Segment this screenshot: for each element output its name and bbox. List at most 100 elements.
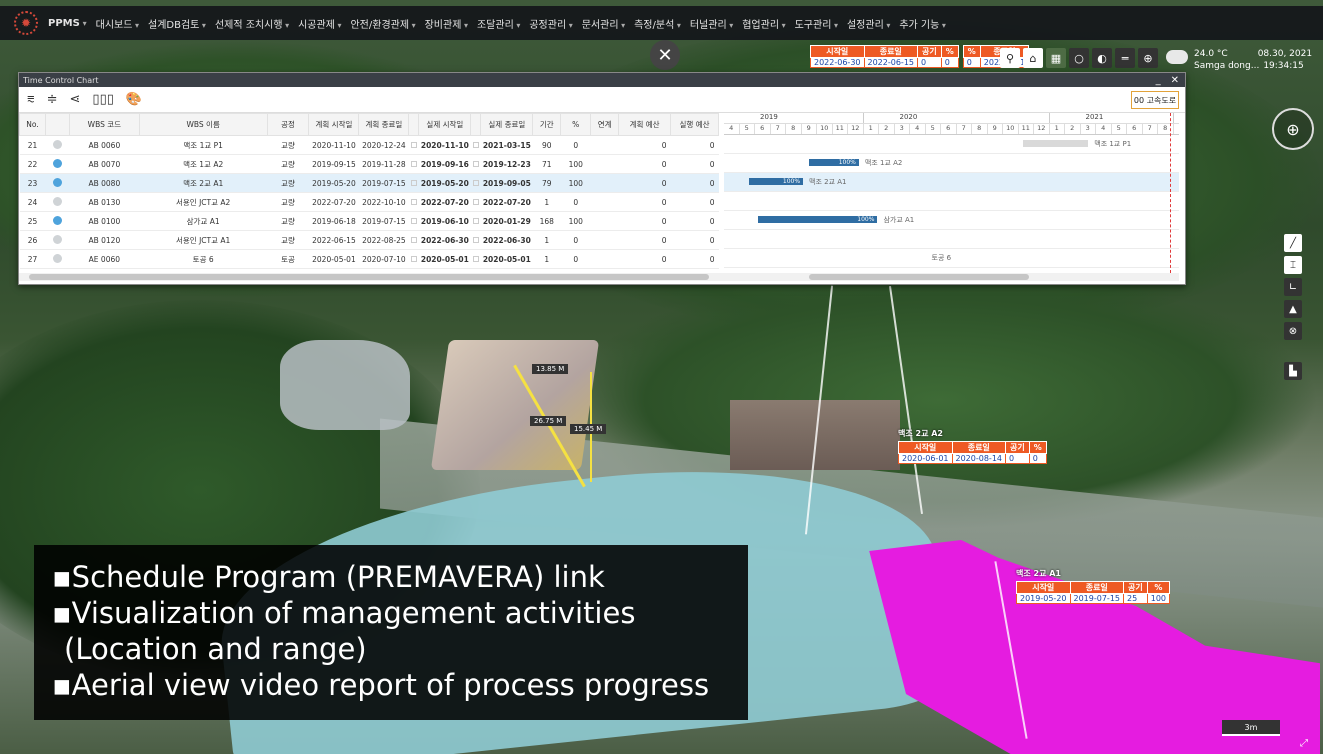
area-icon[interactable]: ▲ — [1284, 300, 1302, 318]
gantt-row[interactable]: 100% 맥조 1교 A2 — [724, 154, 1179, 173]
circle-icon[interactable]: ○ — [1069, 48, 1089, 68]
minimize-icon[interactable]: _ — [1156, 75, 1161, 86]
row-checkbox[interactable] — [470, 192, 481, 212]
column-header[interactable]: 공정 — [266, 113, 310, 136]
gantt-row[interactable] — [724, 230, 1179, 249]
column-header[interactable]: 계획 시작일 — [308, 113, 360, 136]
plan-start: 2022-06-15 — [308, 230, 359, 250]
home-icon[interactable]: ⌂ — [1023, 48, 1043, 68]
nav-menu-item[interactable]: 추가 기능 — [899, 16, 946, 31]
gantt-row[interactable]: 토공 6 — [724, 249, 1179, 268]
gantt-bar[interactable]: 100% — [809, 159, 859, 166]
column-header[interactable]: 계획 종료일 — [358, 113, 410, 136]
contrast-icon[interactable]: ◐ — [1092, 48, 1112, 68]
row-checkbox[interactable] — [408, 173, 419, 193]
row-checkbox[interactable] — [470, 135, 481, 155]
layout-split-icon[interactable]: ▯▯▯ — [92, 92, 113, 107]
clear-icon[interactable]: ⊗ — [1284, 322, 1302, 340]
nav-menu-item[interactable]: 문서관리 — [582, 16, 625, 31]
activity-callout[interactable]: 맥조 2교 A2 시작일 종료일 공기% 2020-06-01 2020-08-14 0… — [898, 428, 1047, 464]
column-header[interactable]: WBS 이름 — [138, 113, 268, 136]
gantt-bar[interactable]: 100% — [758, 216, 878, 223]
row-checkbox[interactable] — [408, 192, 419, 212]
horizontal-scrollbar[interactable] — [19, 273, 1179, 281]
nav-menu-item[interactable]: 측정/분석 — [634, 16, 681, 31]
nav-menu-item[interactable]: 도구관리 — [795, 16, 838, 31]
table-row[interactable]: 25 AB 0100 삼가교 A1 교량 2019-06-18 2019-07-15 201… — [19, 211, 719, 231]
gantt-row[interactable] — [724, 192, 1179, 211]
column-header[interactable]: No. — [19, 113, 46, 136]
table-row[interactable]: 24 AB 0130 서용인 JCT교 A2 교량 2022-07-20 2022-10-… — [19, 192, 719, 212]
nav-menu-item[interactable]: 대시보드 — [96, 16, 139, 31]
column-header[interactable]: 연계 — [590, 113, 620, 136]
profile-icon[interactable]: ▙ — [1284, 362, 1302, 380]
column-header[interactable]: 실행 예산 — [670, 113, 719, 136]
row-checkbox[interactable] — [470, 211, 481, 231]
measure-height-icon[interactable]: ⌶ — [1284, 256, 1302, 274]
fullscreen-icon[interactable]: ⤢ — [1300, 738, 1308, 749]
nav-menu-item[interactable]: 조달관리 — [477, 16, 520, 31]
gantt-bar[interactable] — [1023, 140, 1089, 147]
gantt-row[interactable]: 맥조 1교 P1 — [724, 135, 1179, 154]
nav-menu-item[interactable]: 설정관리 — [847, 16, 890, 31]
window-titlebar[interactable]: Time Control Chart _ ✕ — [19, 73, 1185, 87]
compass-icon[interactable]: ⊕ — [1272, 108, 1314, 150]
row-checkbox[interactable] — [408, 154, 419, 174]
nav-menu-item[interactable]: 시공관제 — [298, 16, 341, 31]
column-header[interactable] — [44, 113, 70, 136]
collapse-rows-icon[interactable]: ≑ — [47, 92, 58, 107]
search-icon[interactable]: ⚲ — [1000, 48, 1020, 68]
column-header[interactable]: 실제 종료일 — [480, 113, 534, 136]
close-icon[interactable]: ✕ — [1171, 75, 1179, 86]
project-selector[interactable]: 00 고속도로 — [1131, 91, 1179, 109]
row-checkbox[interactable] — [470, 173, 481, 193]
activity-callout[interactable]: 맥조 2교 A1 시작일 종료일 공기% 2019-05-20 2019-07-15 2… — [1016, 568, 1171, 604]
gantt-row[interactable]: 100% 맥조 2교 A1 — [724, 173, 1179, 192]
minus-icon[interactable]: ═ — [1115, 48, 1135, 68]
nav-menu-item[interactable]: 선제적 조치시행 — [215, 16, 289, 31]
nav-menu-item[interactable]: 공정관리 — [529, 16, 572, 31]
nav-menu-item[interactable]: 협업관리 — [742, 16, 785, 31]
close-icon[interactable]: ✕ — [650, 40, 680, 70]
nav-menu-item[interactable]: 장비관제 — [425, 16, 468, 31]
scroll-thumb[interactable] — [29, 274, 709, 280]
table-row[interactable]: 27 AE 0060 토공 6 토공 2020-05-01 2020-07-10 2020-… — [19, 249, 719, 269]
target-icon[interactable]: ⊕ — [1138, 48, 1158, 68]
table-row[interactable]: 23 AB 0080 맥조 2교 A1 교량 2019-05-20 2019-07-15 2… — [19, 173, 719, 193]
plan-end: 2022-08-25 — [358, 230, 409, 250]
expand-rows-icon[interactable]: ⩳ — [27, 92, 35, 107]
column-header[interactable]: WBS 코드 — [68, 113, 140, 136]
map-thumbnail-icon[interactable]: ▦ — [1046, 48, 1066, 68]
nav-menu-item[interactable]: 터널관리 — [690, 16, 733, 31]
table-row[interactable]: 26 AB 0120 서용인 JCT교 A1 교량 2022-06-15 2022-08-… — [19, 230, 719, 250]
table-row[interactable]: 21 AB 0060 맥조 1교 P1 교량 2020-11-10 2020-12-24 2… — [19, 135, 719, 155]
gantt-month: 2 — [1065, 124, 1081, 134]
nav-menu-item[interactable]: 안전/환경관제 — [350, 16, 415, 31]
row-checkbox[interactable] — [470, 154, 481, 174]
palette-icon[interactable]: 🎨 — [126, 92, 142, 107]
row-checkbox[interactable] — [408, 135, 419, 155]
gantt-row[interactable]: 100% 삼가교 A1 — [724, 211, 1179, 230]
column-header[interactable] — [408, 113, 420, 136]
wbs-code: AB 0120 — [69, 230, 140, 250]
scroll-thumb[interactable] — [809, 274, 1029, 280]
column-header[interactable]: 계획 예산 — [618, 113, 672, 136]
row-checkbox[interactable] — [408, 211, 419, 231]
column-header[interactable] — [470, 113, 482, 136]
row-checkbox[interactable] — [408, 230, 419, 250]
row-checkbox[interactable] — [470, 230, 481, 250]
logo-icon[interactable]: ✹ — [14, 11, 38, 35]
nav-menu-item[interactable]: 설계DB검토 — [148, 16, 206, 31]
row-checkbox[interactable] — [470, 249, 481, 269]
angle-icon[interactable]: ∟ — [1284, 278, 1302, 296]
table-row[interactable]: 22 AB 0070 맥조 1교 A2 교량 2019-09-15 2019-11-28 2… — [19, 154, 719, 174]
link-icon[interactable]: ⋖ — [70, 92, 81, 107]
row-checkbox[interactable] — [408, 249, 419, 269]
brand-menu[interactable]: PPMS — [48, 18, 87, 29]
draw-line-icon[interactable]: ╱ — [1284, 234, 1302, 252]
column-header[interactable]: 실제 시작일 — [418, 113, 472, 136]
column-header[interactable]: 기간 — [532, 113, 562, 136]
column-header[interactable]: % — [560, 113, 592, 136]
building-model[interactable] — [430, 340, 600, 470]
gantt-bar[interactable]: 100% — [748, 178, 804, 185]
